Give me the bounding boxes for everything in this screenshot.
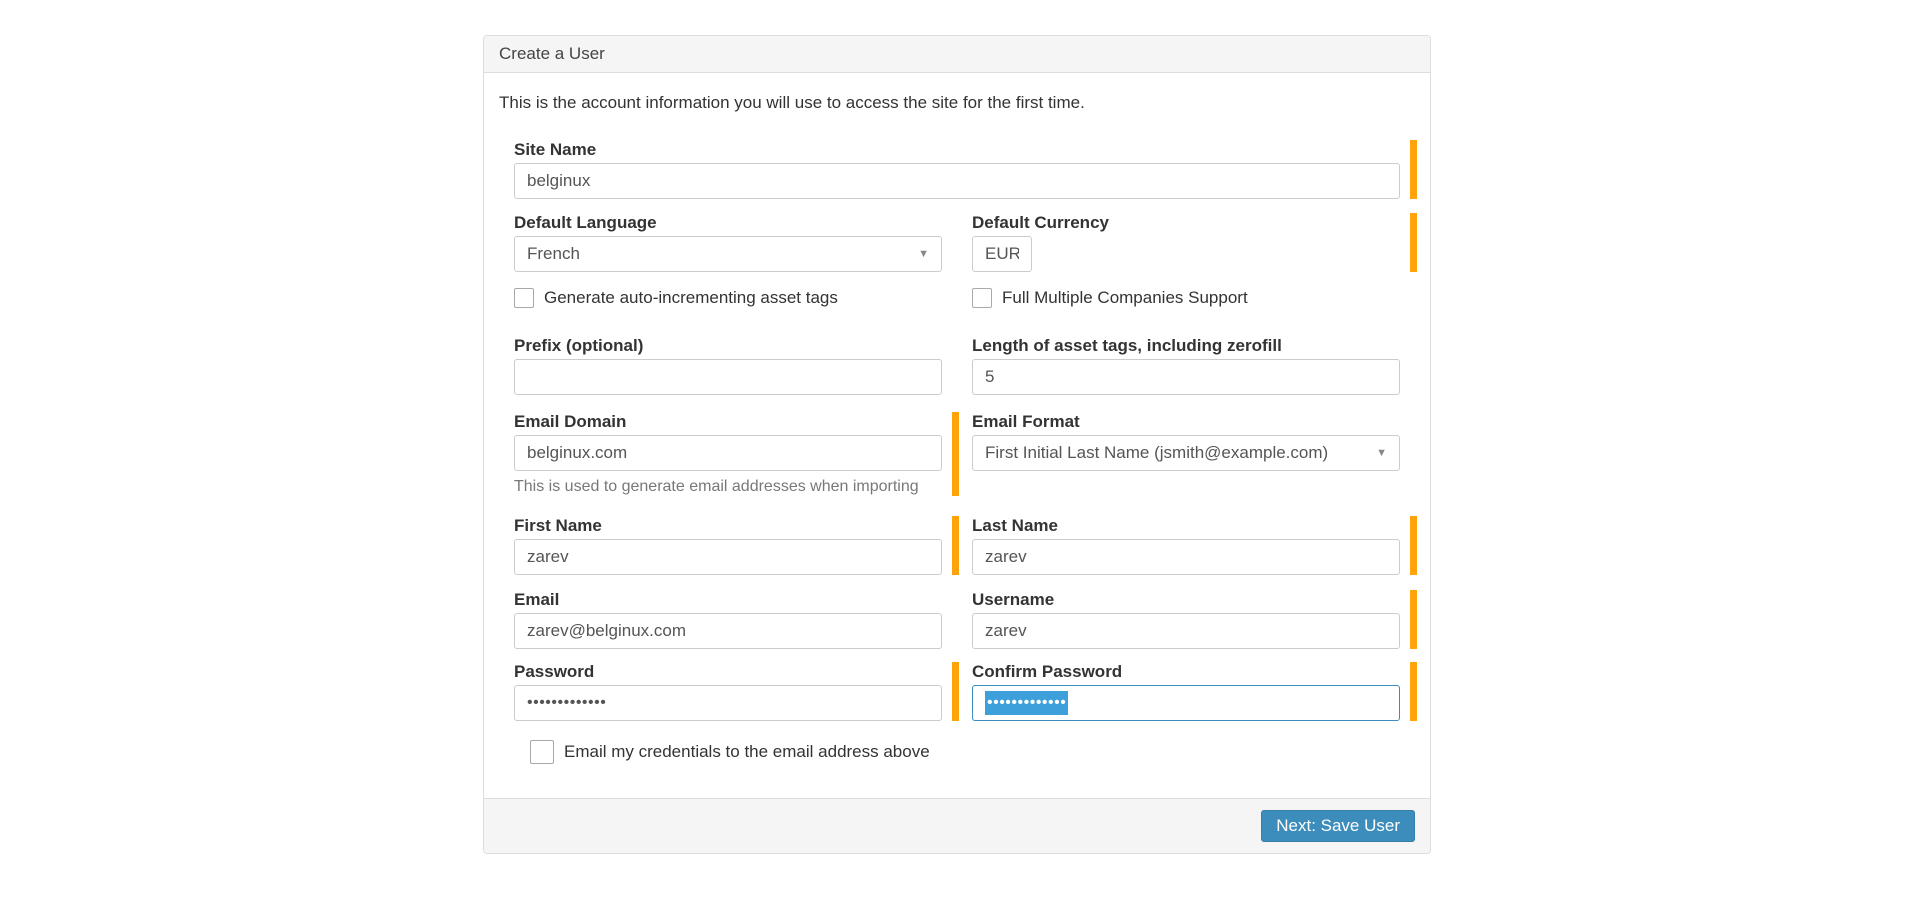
field-email-format: Email Format First Initial Last Name (js… bbox=[957, 412, 1415, 496]
email-domain-label: Email Domain bbox=[514, 412, 627, 431]
field-site-name: Site Name bbox=[499, 140, 1417, 199]
password-input[interactable] bbox=[514, 685, 942, 721]
dropdown-arrow-icon: ▼ bbox=[918, 248, 929, 260]
auto-increment-checkbox[interactable] bbox=[514, 288, 534, 308]
email-format-label: Email Format bbox=[972, 412, 1080, 431]
field-last-name: Last Name bbox=[957, 516, 1417, 575]
confirm-password-input[interactable]: ••••••••••••• bbox=[972, 685, 1400, 721]
field-default-language: Default Language French ▼ bbox=[499, 213, 957, 272]
email-credentials-checkbox[interactable] bbox=[530, 740, 554, 764]
field-first-name: First Name bbox=[499, 516, 959, 575]
first-name-label: First Name bbox=[514, 516, 602, 535]
email-domain-input[interactable] bbox=[514, 435, 942, 471]
language-currency-row: Default Language French ▼ Default Curren… bbox=[499, 213, 1417, 272]
card-footer: Next: Save User bbox=[484, 798, 1430, 853]
prefix-input[interactable] bbox=[514, 359, 942, 395]
password-label: Password bbox=[514, 662, 595, 681]
required-indicator bbox=[1410, 590, 1417, 649]
intro-text: This is the account information you will… bbox=[499, 93, 1085, 112]
multiple-companies-label: Full Multiple Companies Support bbox=[1002, 288, 1248, 307]
confirm-password-label: Confirm Password bbox=[972, 662, 1123, 681]
field-password: Password bbox=[499, 662, 959, 721]
email-format-value: First Initial Last Name (jsmith@example.… bbox=[985, 443, 1329, 462]
dropdown-arrow-icon: ▼ bbox=[1376, 447, 1387, 459]
last-name-label: Last Name bbox=[972, 516, 1058, 535]
create-user-card: Create a User This is the account inform… bbox=[483, 35, 1431, 854]
first-name-input[interactable] bbox=[514, 539, 942, 575]
field-email-credentials: Email my credentials to the email addres… bbox=[515, 740, 1415, 764]
required-indicator bbox=[1410, 516, 1417, 575]
card-title: Create a User bbox=[499, 44, 605, 63]
site-name-input[interactable] bbox=[514, 163, 1400, 199]
email-credentials-row: Email my credentials to the email addres… bbox=[499, 740, 1415, 764]
username-input[interactable] bbox=[972, 613, 1400, 649]
last-name-input[interactable] bbox=[972, 539, 1400, 575]
zerofill-label: Length of asset tags, including zerofill bbox=[972, 336, 1282, 355]
required-indicator bbox=[1410, 662, 1417, 721]
field-email: Email bbox=[499, 590, 957, 649]
field-default-currency: Default Currency bbox=[957, 213, 1417, 272]
field-prefix: Prefix (optional) bbox=[499, 336, 957, 395]
username-label: Username bbox=[972, 590, 1055, 609]
email-format-select[interactable]: First Initial Last Name (jsmith@example.… bbox=[972, 435, 1400, 471]
email-username-row: Email Username bbox=[499, 590, 1417, 649]
default-language-value: French bbox=[527, 244, 580, 263]
field-username: Username bbox=[957, 590, 1417, 649]
auto-increment-label: Generate auto-incrementing asset tags bbox=[544, 288, 838, 307]
site-name-label: Site Name bbox=[514, 140, 597, 159]
default-currency-label: Default Currency bbox=[972, 213, 1109, 232]
next-save-user-button[interactable]: Next: Save User bbox=[1261, 810, 1415, 842]
options-checkbox-row: Generate auto-incrementing asset tags Fu… bbox=[499, 288, 1415, 308]
default-currency-input[interactable] bbox=[972, 236, 1032, 272]
site-name-row: Site Name bbox=[499, 140, 1417, 199]
required-indicator bbox=[1410, 213, 1417, 272]
name-row: First Name Last Name bbox=[499, 516, 1417, 575]
password-row: Password Confirm Password ••••••••••••• bbox=[499, 662, 1417, 721]
field-auto-increment: Generate auto-incrementing asset tags bbox=[499, 288, 957, 308]
field-email-domain: Email Domain This is used to generate em… bbox=[499, 412, 959, 496]
prefix-zerofill-row: Prefix (optional) Length of asset tags, … bbox=[499, 336, 1415, 395]
email-credentials-label: Email my credentials to the email addres… bbox=[564, 742, 930, 761]
email-input[interactable] bbox=[514, 613, 942, 649]
field-multiple-companies: Full Multiple Companies Support bbox=[957, 288, 1415, 308]
card-body: This is the account information you will… bbox=[484, 73, 1430, 798]
email-domain-help-text: This is used to generate email addresses… bbox=[514, 478, 919, 495]
selected-password-text: ••••••••••••• bbox=[985, 691, 1069, 715]
field-zerofill: Length of asset tags, including zerofill bbox=[957, 336, 1415, 395]
required-indicator bbox=[1410, 140, 1417, 199]
card-header: Create a User bbox=[484, 36, 1430, 73]
multiple-companies-checkbox[interactable] bbox=[972, 288, 992, 308]
field-confirm-password: Confirm Password ••••••••••••• bbox=[957, 662, 1417, 721]
prefix-label: Prefix (optional) bbox=[514, 336, 644, 355]
zerofill-input[interactable] bbox=[972, 359, 1400, 395]
default-language-label: Default Language bbox=[514, 213, 657, 232]
email-domain-format-row: Email Domain This is used to generate em… bbox=[499, 412, 1415, 496]
email-label: Email bbox=[514, 590, 560, 609]
default-language-select[interactable]: French ▼ bbox=[514, 236, 942, 272]
